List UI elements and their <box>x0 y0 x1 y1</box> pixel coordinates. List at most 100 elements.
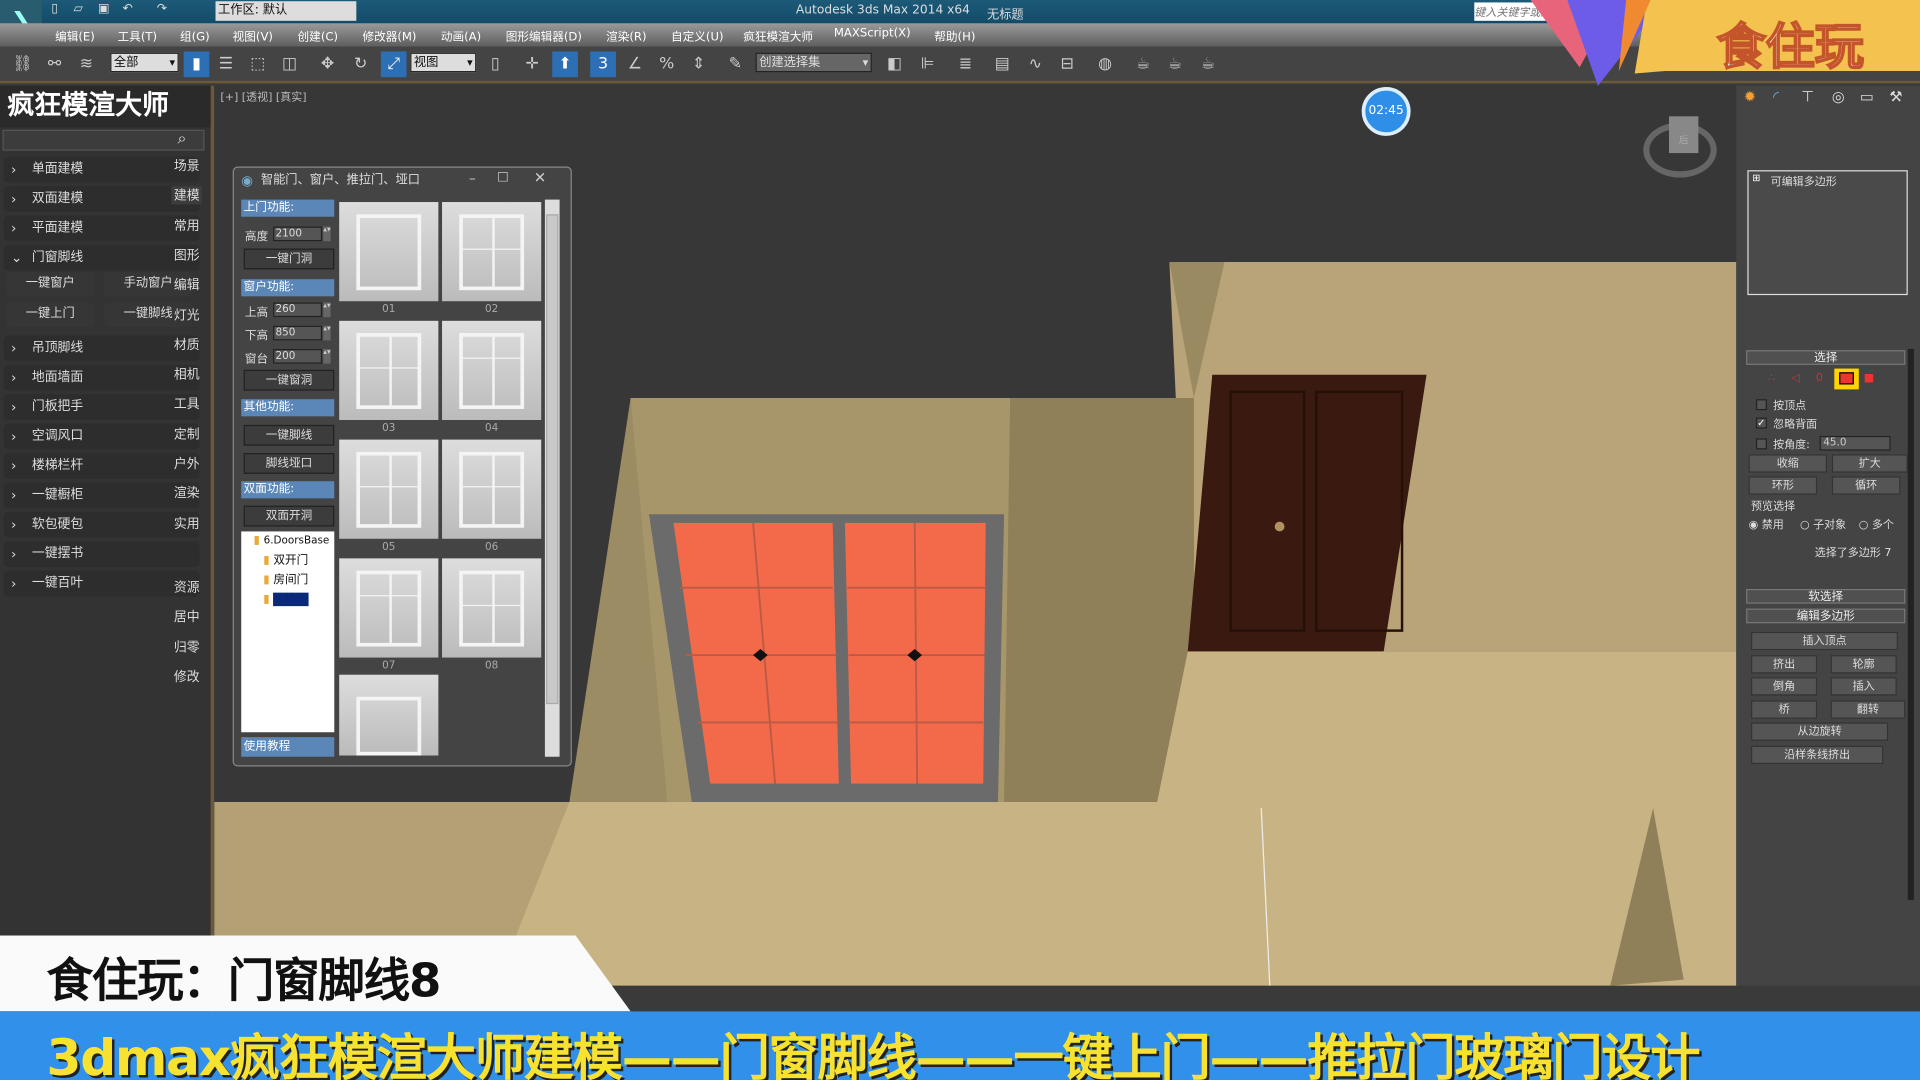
percent-snap-icon[interactable]: % <box>654 51 680 77</box>
door-thumbnail[interactable] <box>339 439 439 539</box>
one-key-window-hole-button[interactable]: 一键窗洞 <box>243 369 335 391</box>
modifier-stack-item[interactable]: 可编辑多边形 <box>1771 173 1837 188</box>
menu-customize[interactable]: 自定义(U) <box>671 27 724 44</box>
skirting-cut-button[interactable]: 脚线垭口 <box>243 453 335 474</box>
grow-button[interactable]: 扩大 <box>1831 454 1908 473</box>
sidebar-tab[interactable]: 常用 <box>171 216 202 234</box>
menu-rendering[interactable]: 渲染(R) <box>606 27 646 44</box>
flip-button[interactable]: 翻转 <box>1830 700 1906 719</box>
panel-scrollbar[interactable] <box>1907 348 1914 901</box>
rotate-icon[interactable]: ↻ <box>348 51 374 77</box>
render-setup-icon[interactable]: ☕ <box>1130 51 1156 77</box>
element-mode-icon[interactable]: ■ <box>1864 372 1874 384</box>
tree-item-root[interactable]: ▮ 6.DoorsBase <box>241 531 334 547</box>
sidebar-category[interactable]: › 地面墙面 <box>3 364 200 391</box>
sidebar-tab[interactable]: 归零 <box>171 637 202 655</box>
search-icon[interactable]: ⌕ <box>178 130 187 148</box>
create-tab-icon[interactable]: ✹ <box>1744 88 1756 105</box>
sidebar-tab[interactable]: 灯光 <box>171 306 202 324</box>
preview-subobject-radio[interactable]: ○ 子对象 <box>1800 516 1846 531</box>
manipulate-icon[interactable]: ✛ <box>519 51 545 77</box>
workspace-dropdown[interactable]: 工作区: 默认 <box>215 1 357 21</box>
sidebar-tab[interactable]: 资源 <box>171 578 202 596</box>
menu-tools[interactable]: 工具(T) <box>118 27 157 44</box>
door-thumbnail[interactable] <box>339 202 439 302</box>
sill-input[interactable]: 200 <box>273 348 323 364</box>
menu-views[interactable]: 视图(V) <box>233 27 273 44</box>
sidebar-tab[interactable]: 场景 <box>171 157 202 175</box>
door-thumbnail[interactable] <box>339 674 439 756</box>
rendered-frame-icon[interactable]: ☕ <box>1162 51 1188 77</box>
sidebar-tab[interactable]: 居中 <box>171 608 202 626</box>
by-angle-checkbox[interactable] <box>1755 438 1767 450</box>
expand-icon[interactable]: ⊞ <box>1752 173 1760 184</box>
hierarchy-tab-icon[interactable]: ⊤ <box>1801 88 1814 105</box>
one-key-skirting-button[interactable]: 一键脚线 <box>243 424 335 446</box>
polygon-mode-icon[interactable] <box>1834 368 1859 390</box>
door-thumbnail[interactable] <box>339 558 439 658</box>
undo-icon[interactable]: ↶ <box>122 2 132 15</box>
menu-help[interactable]: 帮助(H) <box>934 27 975 44</box>
menu-animation[interactable]: 动画(A) <box>441 27 481 44</box>
sub-btn-one-key-window[interactable]: 一键窗户 <box>6 271 95 297</box>
named-selection-dropdown[interactable]: 创建选择集 <box>755 52 872 73</box>
menu-edit[interactable]: 编辑(E) <box>55 27 95 44</box>
utilities-tab-icon[interactable]: ⚒ <box>1889 88 1902 105</box>
bind-spacewarp-icon[interactable]: ≋ <box>73 51 99 77</box>
viewcube-face[interactable]: 后 <box>1668 116 1699 154</box>
edit-named-sets-icon[interactable]: ✎ <box>722 51 748 77</box>
thumbnail-scrollbar[interactable] <box>544 199 560 757</box>
bridge-button[interactable]: 桥 <box>1751 700 1818 719</box>
sidebar-category[interactable]: › 空调风口 <box>3 423 200 450</box>
extrude-along-spline-button[interactable]: 沿样条线挤出 <box>1751 745 1884 765</box>
sidebar-category[interactable]: › 单面建模 <box>3 156 200 183</box>
move-icon[interactable]: ✥ <box>315 51 341 77</box>
angle-snap-icon[interactable]: ∠ <box>622 51 648 77</box>
modify-tab-icon[interactable]: ◜ <box>1773 88 1779 105</box>
sidebar-tab[interactable]: 建模 <box>171 186 203 205</box>
height-spinner[interactable]: ▴▾ <box>323 226 331 242</box>
sidebar-tab[interactable]: 修改 <box>171 667 202 685</box>
sidebar-category[interactable]: ⌄ 门窗脚线 <box>3 244 200 271</box>
ref-coord-dropdown[interactable]: 视图 <box>410 52 477 73</box>
window-crossing-icon[interactable]: ◫ <box>277 51 303 77</box>
render-icon[interactable]: ☕ <box>1195 51 1221 77</box>
insert-vertex-button[interactable]: 插入顶点 <box>1751 631 1898 651</box>
layer-manager-icon[interactable]: ≣ <box>953 51 979 77</box>
height-input[interactable]: 2100 <box>273 226 323 242</box>
viewcube[interactable]: 后 <box>1643 116 1717 178</box>
minimize-button[interactable]: – <box>469 170 476 186</box>
sidebar-tab[interactable]: 工具 <box>171 395 202 413</box>
edge-mode-icon[interactable]: ◁ <box>1791 372 1799 384</box>
door-thumbnail[interactable] <box>339 320 439 421</box>
material-editor-icon[interactable]: ◍ <box>1092 51 1118 77</box>
sidebar-category[interactable]: › 双面建模 <box>3 186 200 212</box>
link-icon[interactable]: ⛓ <box>10 51 36 77</box>
sidebar-category[interactable]: › 软包硬包 <box>3 511 200 538</box>
menu-group[interactable]: 组(G) <box>180 27 210 44</box>
rect-selection-icon[interactable]: ⬚ <box>245 51 271 77</box>
menu-maxscript[interactable]: MAXScript(X) <box>834 27 911 40</box>
angle-input[interactable]: 45.0 <box>1819 435 1891 451</box>
extrude-button[interactable]: 挤出 <box>1751 655 1818 674</box>
redo-icon[interactable]: ↷ <box>157 2 167 15</box>
save-icon[interactable]: ▣ <box>98 2 110 15</box>
soft-selection-rollout[interactable]: 软选择 <box>1746 588 1906 604</box>
tutorial-link[interactable]: 使用教程 <box>241 737 335 757</box>
scene-explorer-icon[interactable]: ▤ <box>989 51 1015 77</box>
tree-item[interactable]: ▮ 双开门 <box>241 547 334 566</box>
sidebar-category[interactable]: › 门板把手 <box>3 394 200 421</box>
spinner-snap-icon[interactable]: ⇕ <box>686 51 712 77</box>
hinge-from-edge-button[interactable]: 从边旋转 <box>1751 722 1889 741</box>
align-icon[interactable]: ⊫ <box>915 51 941 77</box>
sidebar-tab[interactable]: 实用 <box>171 514 202 532</box>
door-thumbnail[interactable] <box>442 439 542 539</box>
select-object-icon[interactable]: ▮ <box>183 51 210 78</box>
preview-multi-radio[interactable]: ○ 多个 <box>1859 516 1894 531</box>
sidebar-tab[interactable]: 图形 <box>171 246 202 264</box>
display-tab-icon[interactable]: ▭ <box>1860 88 1874 105</box>
select-by-name-icon[interactable]: ☰ <box>213 51 239 77</box>
new-file-icon[interactable]: ▯ <box>51 2 58 15</box>
ignore-backface-checkbox[interactable]: ✓ <box>1755 417 1767 429</box>
sidebar-category[interactable]: › 一键橱柜 <box>3 482 200 509</box>
